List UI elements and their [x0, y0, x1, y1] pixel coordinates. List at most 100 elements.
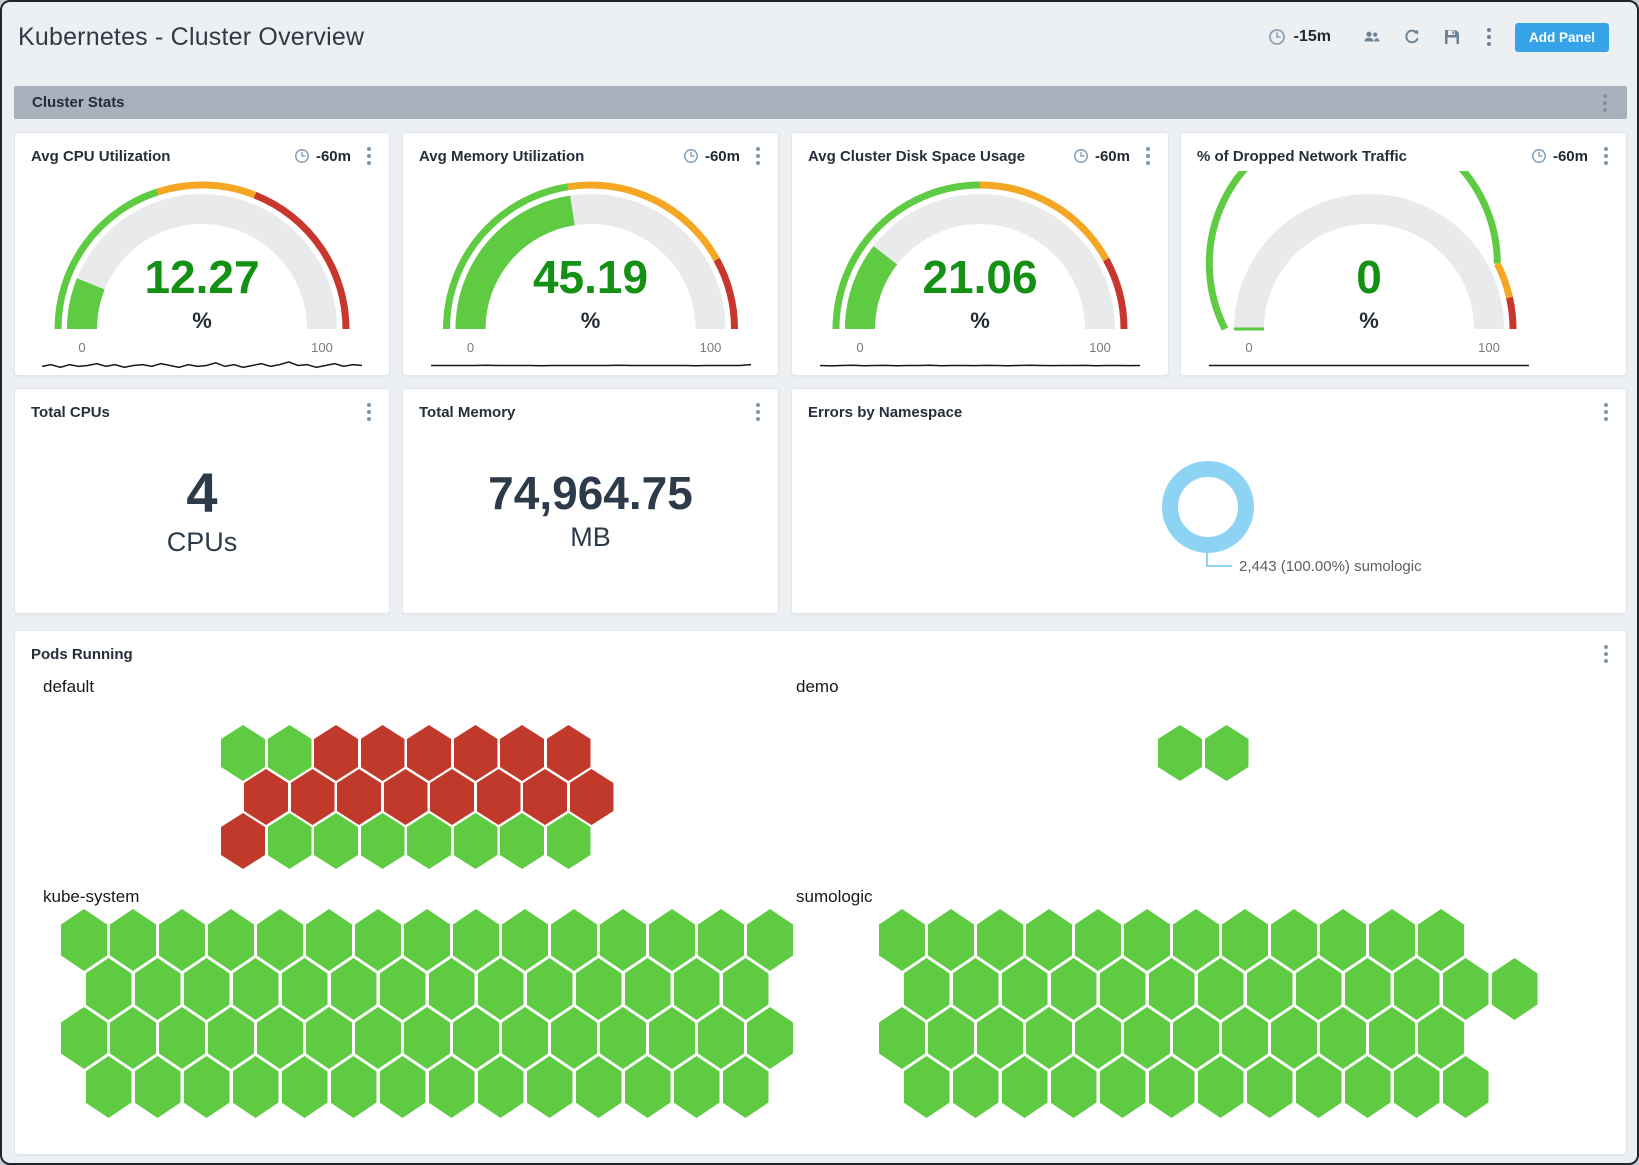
pod-hexagon: [500, 813, 544, 869]
clock-icon: [1073, 148, 1089, 164]
pod-hexagon: [547, 813, 591, 869]
panel-time-range[interactable]: -60m: [1531, 148, 1588, 165]
pod-hexagon: [454, 813, 498, 869]
pod-hexagon: [953, 958, 999, 1020]
pod-hexagon: [135, 1056, 181, 1118]
pod-hexagon: [407, 813, 451, 869]
pod-hexagon: [953, 1056, 999, 1118]
pod-hexagon: [1443, 1056, 1489, 1118]
dashboard-header: Kubernetes - Cluster Overview -15m Add P…: [2, 2, 1637, 72]
pod-hexagon: [674, 1056, 720, 1118]
panel-time-range[interactable]: -60m: [1073, 148, 1130, 165]
pod-hexagon: [355, 909, 401, 971]
pod-hexagon: [547, 725, 591, 781]
pod-hexagon: [257, 1007, 303, 1069]
share-users-icon[interactable]: [1361, 26, 1383, 48]
pod-hexagon: [1198, 1056, 1244, 1118]
gauge-chart: 21.06%0100: [792, 171, 1168, 357]
pod-hexagon: [453, 909, 499, 971]
pod-hexagon: [361, 725, 405, 781]
panel-menu-icon[interactable]: [1598, 401, 1614, 423]
pod-hexagon: [1051, 1056, 1097, 1118]
pod-hexagon: [221, 813, 265, 869]
pod-hexagon: [1369, 1007, 1415, 1069]
refresh-icon[interactable]: [1401, 26, 1423, 48]
pod-hexagon: [747, 1007, 793, 1069]
pod-hexagon: [1198, 958, 1244, 1020]
pod-hexagon: [649, 1007, 695, 1069]
pod-hexagon: [1124, 909, 1170, 971]
pod-hexagon: [1173, 1007, 1219, 1069]
pod-hexagon: [429, 1056, 475, 1118]
pod-hexagon: [625, 958, 671, 1020]
pod-hexagon: [1296, 1056, 1342, 1118]
section-cluster-stats[interactable]: Cluster Stats: [14, 86, 1627, 119]
add-panel-button[interactable]: Add Panel: [1515, 23, 1609, 52]
pod-hexagon: [291, 769, 335, 825]
pod-hexagon: [1492, 958, 1538, 1020]
svg-text:0: 0: [78, 340, 85, 355]
panel-menu-icon[interactable]: [361, 145, 377, 167]
pod-hexagon: [429, 958, 475, 1020]
pod-hexagon: [1369, 909, 1415, 971]
panel-title: Avg Cluster Disk Space Usage: [808, 148, 1025, 165]
panel-dropped-network: % of Dropped Network Traffic -60m 0%0100: [1180, 132, 1627, 376]
panel-title: Pods Running: [31, 646, 133, 663]
pod-hexagon: [1149, 958, 1195, 1020]
pod-hexagon: [380, 1056, 426, 1118]
panel-title: Errors by Namespace: [808, 404, 962, 421]
panel-avg-memory: Avg Memory Utilization -60m 45.19%0100: [402, 132, 779, 376]
pod-hexagon: [523, 769, 567, 825]
pod-hexagon: [1320, 909, 1366, 971]
pod-hexagon: [723, 958, 769, 1020]
pod-hexagon: [879, 909, 925, 971]
panel-title: % of Dropped Network Traffic: [1197, 148, 1407, 165]
pod-hexagon: [649, 909, 695, 971]
svg-text:%: %: [970, 308, 990, 333]
pod-hexagon: [331, 1056, 377, 1118]
panel-avg-disk: Avg Cluster Disk Space Usage -60m 21.06%…: [791, 132, 1169, 376]
panel-menu-icon[interactable]: [1140, 145, 1156, 167]
svg-text:0: 0: [1245, 340, 1252, 355]
donut-chart: [1162, 461, 1254, 553]
panel-time-range[interactable]: -60m: [683, 148, 740, 165]
clock-icon: [1266, 26, 1288, 48]
pod-hexagon: [570, 769, 614, 825]
dashboard-menu-icon[interactable]: [1481, 26, 1497, 48]
dashboard-time-range[interactable]: -15m: [1266, 26, 1331, 48]
pod-hexagon: [478, 1056, 524, 1118]
panel-menu-icon[interactable]: [750, 145, 766, 167]
panel-errors-by-namespace: Errors by Namespace 2,443 (100.00%) sumo…: [791, 388, 1627, 614]
pod-hexagon: [184, 1056, 230, 1118]
pod-hexagon: [502, 1007, 548, 1069]
panel-time-range[interactable]: -60m: [294, 148, 351, 165]
pod-hexagon: [257, 909, 303, 971]
svg-text:100: 100: [1089, 340, 1111, 355]
pod-hexagon: [576, 1056, 622, 1118]
pod-hexagon: [1443, 958, 1489, 1020]
svg-text:0: 0: [1356, 251, 1382, 303]
page-title: Kubernetes - Cluster Overview: [18, 23, 364, 52]
pod-hexagon: [478, 958, 524, 1020]
pod-hexagon: [1075, 1007, 1121, 1069]
pod-hexagon: [1345, 958, 1391, 1020]
pod-hexagon: [1002, 1056, 1048, 1118]
section-menu-icon[interactable]: [1597, 92, 1613, 114]
namespace-label: default: [43, 677, 94, 697]
gauge-chart: 12.27%0100: [15, 171, 389, 357]
pod-hexagon: [268, 813, 312, 869]
pod-hexagon: [928, 1007, 974, 1069]
save-icon[interactable]: [1441, 26, 1463, 48]
pod-hexagon: [233, 958, 279, 1020]
sparkline-chart: [792, 357, 1168, 375]
panel-menu-icon[interactable]: [1598, 643, 1614, 665]
pod-hexagon: [61, 909, 107, 971]
header-controls: -15m Add Panel: [1266, 23, 1609, 52]
pod-hexagon: [1158, 725, 1202, 781]
panel-menu-icon[interactable]: [1598, 145, 1614, 167]
gauge-chart: 0%0100: [1181, 171, 1557, 357]
svg-text:12.27: 12.27: [144, 251, 259, 303]
pod-hexagon: [1394, 1056, 1440, 1118]
total-memory-value: 74,964.75: [488, 469, 693, 517]
pod-hexagon: [159, 1007, 205, 1069]
